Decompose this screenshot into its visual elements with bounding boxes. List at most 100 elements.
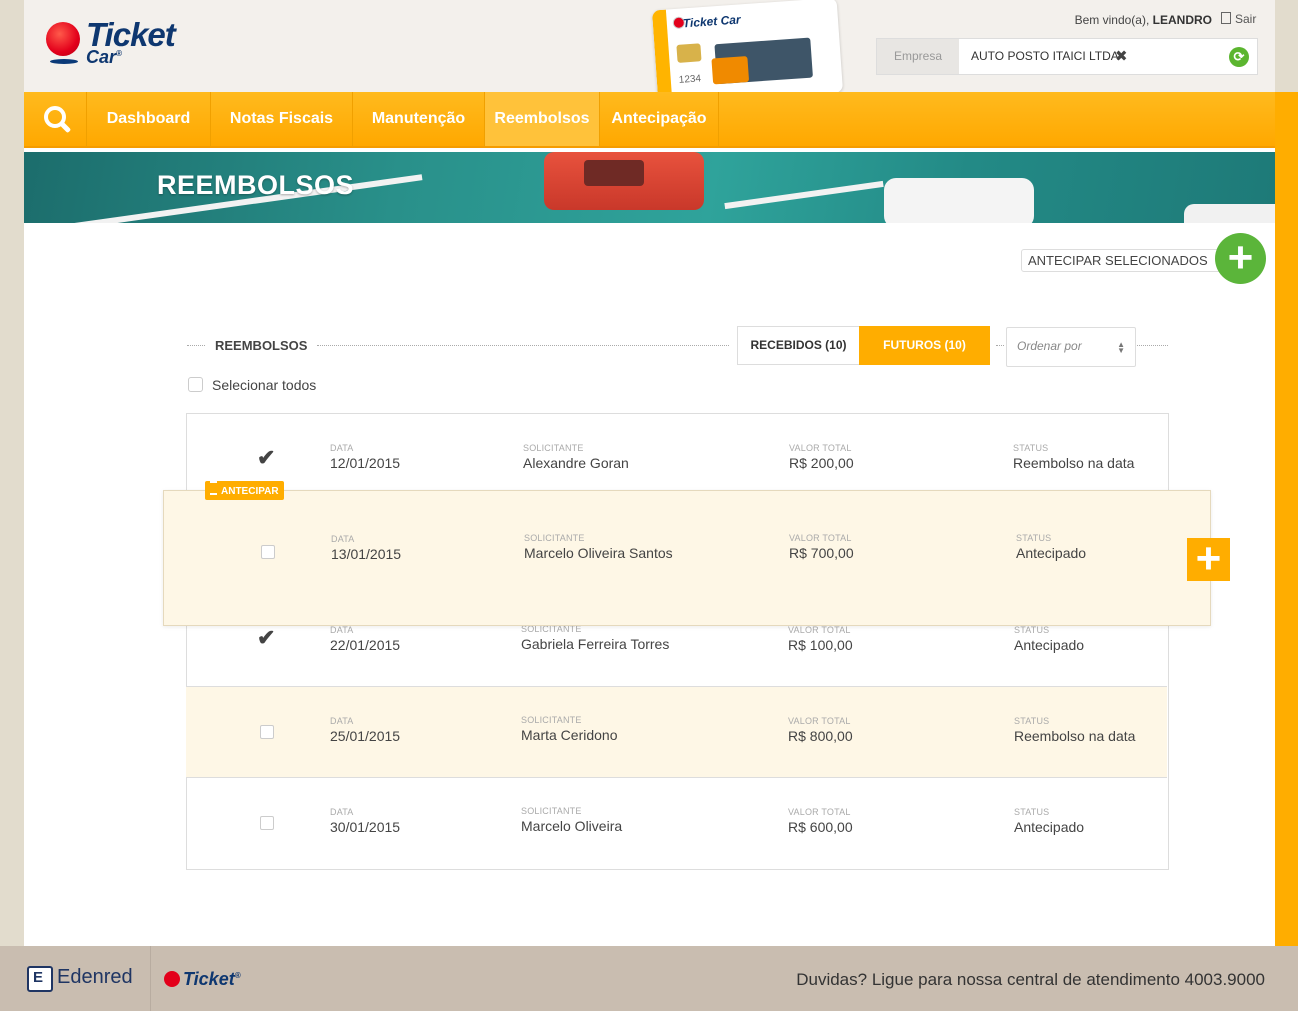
- requester-value: Alexandre Goran: [523, 455, 629, 471]
- col-label: SOLICITANTE: [521, 806, 582, 816]
- table-row[interactable]: DATA 30/01/2015 SOLICITANTE Marcelo Olivei…: [186, 777, 1167, 868]
- nav-item-reembolsos[interactable]: Reembolsos: [485, 92, 600, 146]
- card-brand: Ticket Car: [682, 12, 742, 31]
- select-all-checkbox[interactable]: [188, 377, 203, 392]
- tools-icon: ✖: [1115, 48, 1128, 65]
- logo-ball-icon: [46, 22, 80, 56]
- user-name: LEANDRO: [1152, 13, 1212, 27]
- page-title: REEMBOLSOS: [157, 170, 355, 200]
- col-label: DATA: [330, 716, 354, 726]
- divider: [317, 345, 729, 346]
- total-value: R$ 600,00: [788, 819, 853, 835]
- nav-item-manutencao[interactable]: Manutenção: [353, 92, 485, 146]
- row-checkbox[interactable]: [261, 545, 275, 559]
- select-all-label: Selecionar todos: [212, 377, 317, 393]
- search-button[interactable]: [24, 92, 87, 146]
- nav-item-dashboard[interactable]: Dashboard: [87, 92, 211, 146]
- add-icon[interactable]: +: [1215, 233, 1266, 284]
- company-value: AUTO POSTO ITAICI LTDA -: [971, 49, 1126, 63]
- edenred-logo-icon: [27, 966, 53, 992]
- date-value: 25/01/2015: [330, 728, 401, 744]
- advance-badge[interactable]: ANTECIPAR: [205, 481, 284, 500]
- ticket-car-logo[interactable]: Ticket Car®: [44, 16, 204, 68]
- cell-total: VALOR TOTAL R$ 600,00: [788, 807, 853, 835]
- expanded-row[interactable]: DATA 13/01/2015 SOLICITANTE Marcelo Olivei…: [163, 490, 1211, 626]
- total-value: R$ 100,00: [788, 637, 853, 653]
- cell-total: VALOR TOTAL R$ 800,00: [788, 716, 853, 744]
- requester-value: Marcelo Oliveira: [521, 818, 623, 834]
- row-checkbox[interactable]: [260, 816, 274, 830]
- banner-white-car: [1184, 204, 1275, 223]
- cell-date: DATA 30/01/2015: [330, 807, 400, 835]
- status-value: Antecipado: [1014, 819, 1085, 835]
- edenred-logo-text: Edenred: [57, 966, 133, 988]
- requester-value: Marta Ceridono: [521, 727, 618, 743]
- help-text: Duvidas? Ligue para nossa central de ate…: [796, 970, 1265, 989]
- row-checkbox[interactable]: [260, 725, 274, 739]
- divider: [187, 345, 205, 346]
- company-selector[interactable]: Empresa AUTO POSTO ITAICI LTDA - ✖ ⟳: [876, 38, 1258, 75]
- col-label: SOLICITANTE: [524, 533, 585, 543]
- table-row[interactable]: DATA 25/01/2015 SOLICITANTE Marta Ceridono…: [186, 686, 1167, 778]
- tab-futuros[interactable]: FUTUROS (10): [859, 326, 990, 365]
- sort-arrows-icon: ▲ ▼: [1117, 340, 1125, 355]
- hourglass-icon: [210, 481, 217, 495]
- col-label: STATUS: [1014, 716, 1050, 726]
- col-label: VALOR TOTAL: [788, 807, 851, 817]
- col-label: DATA: [330, 625, 354, 635]
- select-all[interactable]: Selecionar todos: [188, 377, 316, 393]
- company-label: Empresa: [877, 39, 959, 74]
- cell-requester: SOLICITANTE Marta Ceridono: [521, 715, 618, 743]
- date-value: 12/01/2015: [330, 455, 401, 471]
- advance-selected-button[interactable]: ANTECIPAR SELECIONADOS: [1021, 249, 1227, 272]
- cell-status: STATUS Antecipado: [1016, 533, 1086, 561]
- order-select[interactable]: Ordenar por ▲ ▼: [1006, 327, 1136, 367]
- road-lane: [724, 180, 884, 210]
- col-label: STATUS: [1013, 443, 1049, 453]
- checkmark-icon[interactable]: ✔: [257, 625, 275, 651]
- cell-status: STATUS Antecipado: [1014, 807, 1084, 835]
- ticket-card-image: Ticket Car 1234: [651, 0, 844, 106]
- welcome-text: Bem vindo(a), LEANDRO: [1074, 13, 1212, 27]
- search-icon-handle: [59, 121, 72, 134]
- card-number: 1234: [678, 73, 702, 86]
- col-label: STATUS: [1014, 807, 1050, 817]
- refresh-icon[interactable]: ⟳: [1229, 47, 1249, 67]
- section-title: REEMBOLSOS: [215, 338, 308, 353]
- divider: [996, 345, 1004, 346]
- status-value: Antecipado: [1014, 637, 1085, 653]
- cell-date: DATA 22/01/2015: [330, 625, 400, 653]
- col-label: SOLICITANTE: [521, 715, 582, 725]
- requester-value: Gabriela Ferreira Torres: [521, 636, 670, 652]
- cell-requester: SOLICITANTE Alexandre Goran: [523, 443, 629, 471]
- col-label: DATA: [330, 807, 354, 817]
- page-banner: REEMBOLSOS: [24, 152, 1275, 223]
- footer-divider: [150, 946, 151, 1011]
- date-value: 22/01/2015: [330, 637, 401, 653]
- banner-red-car-window: [584, 160, 644, 186]
- date-value: 30/01/2015: [330, 819, 401, 835]
- banner-white-car: [884, 178, 1034, 223]
- logo-swoosh: [50, 59, 78, 64]
- logout-link[interactable]: Sair: [1221, 12, 1256, 26]
- expand-plus-icon[interactable]: +: [1187, 537, 1230, 581]
- status-value: Reembolso na data: [1013, 455, 1135, 471]
- cell-status: STATUS Antecipado: [1014, 625, 1084, 653]
- checkmark-icon[interactable]: ✔: [257, 445, 275, 471]
- main-nav: Dashboard Notas Fiscais Manutenção Reemb…: [24, 92, 1275, 148]
- cell-requester: SOLICITANTE Marcelo Oliveira: [521, 806, 622, 834]
- col-label: VALOR TOTAL: [788, 625, 851, 635]
- cell-total: VALOR TOTAL R$ 200,00: [789, 443, 854, 471]
- card-chip: [676, 43, 702, 63]
- cell-date: DATA 25/01/2015: [330, 716, 400, 744]
- tab-recebidos[interactable]: RECEBIDOS (10): [737, 326, 860, 365]
- order-placeholder: Ordenar por: [1017, 339, 1082, 353]
- card-truck-cab: [711, 56, 750, 85]
- cell-date: DATA 12/01/2015: [330, 443, 400, 471]
- cell-total: VALOR TOTAL R$ 100,00: [788, 625, 853, 653]
- nav-item-antecipacao[interactable]: Antecipação: [600, 92, 719, 146]
- requester-value: Marcelo Oliveira Santos: [524, 545, 673, 561]
- col-label: SOLICITANTE: [523, 443, 584, 453]
- nav-item-notas-fiscais[interactable]: Notas Fiscais: [211, 92, 353, 146]
- cell-requester: SOLICITANTE Gabriela Ferreira Torres: [521, 624, 669, 652]
